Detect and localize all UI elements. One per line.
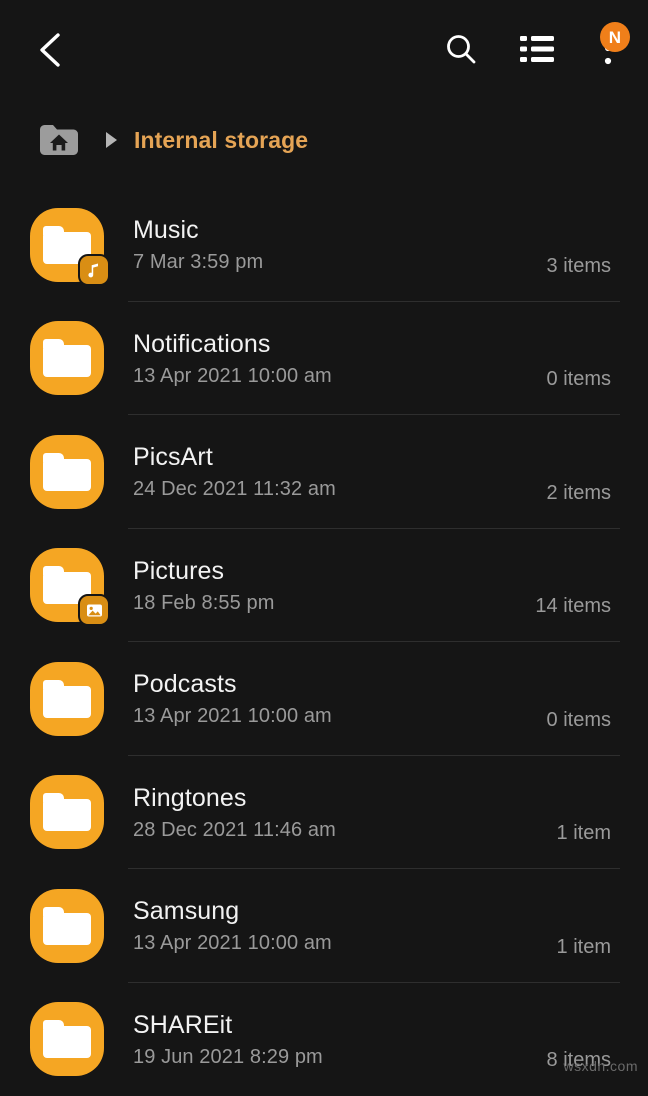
notification-badge: N — [600, 22, 630, 52]
folder-icon — [30, 321, 104, 395]
folder-icon — [30, 548, 104, 622]
music-note-badge-icon — [78, 254, 110, 286]
table-row[interactable]: Notifications 13 Apr 2021 10:00 am 0 ite… — [0, 302, 648, 416]
list-view-icon — [520, 35, 554, 63]
watermark: wsxdn.com — [563, 1058, 638, 1074]
breadcrumb-separator-icon — [102, 131, 120, 149]
breadcrumb-home-button[interactable] — [38, 122, 80, 158]
table-row[interactable]: Podcasts 13 Apr 2021 10:00 am 0 items — [0, 642, 648, 756]
file-item-count: 0 items — [547, 709, 648, 732]
file-date: 18 Feb 8:55 pm — [133, 592, 525, 614]
file-name: Podcasts — [133, 670, 537, 698]
file-name: Ringtones — [133, 784, 547, 812]
table-row[interactable]: Music 7 Mar 3:59 pm 3 items — [0, 188, 648, 302]
file-date: 7 Mar 3:59 pm — [133, 251, 537, 273]
search-button[interactable] — [434, 21, 488, 77]
table-row[interactable]: PicsArt 24 Dec 2021 11:32 am 2 items — [0, 415, 648, 529]
folder-icon — [30, 662, 104, 736]
table-row[interactable]: SHAREit 19 Jun 2021 8:29 pm 8 items — [0, 983, 648, 1096]
file-date: 19 Jun 2021 8:29 pm — [133, 1046, 537, 1068]
file-item-count: 1 item — [557, 936, 648, 959]
file-date: 13 Apr 2021 10:00 am — [133, 705, 537, 727]
file-name: Music — [133, 216, 537, 244]
file-item-count: 0 items — [547, 368, 648, 391]
search-icon — [444, 32, 478, 66]
breadcrumb-current-path[interactable]: Internal storage — [134, 127, 308, 154]
file-date: 13 Apr 2021 10:00 am — [133, 932, 547, 954]
chevron-left-icon — [36, 31, 66, 69]
home-folder-icon — [38, 123, 80, 157]
file-item-count: 3 items — [547, 255, 648, 278]
back-button[interactable] — [22, 22, 80, 78]
file-item-count: 2 items — [547, 482, 648, 505]
file-item-count: 1 item — [557, 822, 648, 845]
table-row[interactable]: Samsung 13 Apr 2021 10:00 am 1 item — [0, 869, 648, 983]
file-date: 28 Dec 2021 11:46 am — [133, 819, 547, 841]
breadcrumb: Internal storage — [0, 115, 648, 165]
table-row[interactable]: Pictures 18 Feb 8:55 pm 14 items — [0, 529, 648, 643]
folder-icon — [30, 435, 104, 509]
more-options-button[interactable]: N — [586, 21, 630, 77]
folder-icon — [30, 208, 104, 282]
folder-icon — [30, 775, 104, 849]
view-mode-button[interactable] — [510, 21, 564, 77]
app-bar: N — [0, 0, 648, 98]
file-date: 24 Dec 2021 11:32 am — [133, 478, 537, 500]
file-list: Music 7 Mar 3:59 pm 3 items Notification… — [0, 188, 648, 1096]
file-name: SHAREit — [133, 1011, 537, 1039]
folder-icon — [30, 1002, 104, 1076]
file-name: Samsung — [133, 897, 547, 925]
file-date: 13 Apr 2021 10:00 am — [133, 365, 537, 387]
folder-icon — [30, 889, 104, 963]
file-item-count: 14 items — [535, 595, 648, 618]
file-name: PicsArt — [133, 443, 537, 471]
app-bar-actions: N — [434, 20, 630, 78]
file-name: Notifications — [133, 330, 537, 358]
image-badge-icon — [78, 594, 110, 626]
file-name: Pictures — [133, 557, 525, 585]
table-row[interactable]: Ringtones 28 Dec 2021 11:46 am 1 item — [0, 756, 648, 870]
